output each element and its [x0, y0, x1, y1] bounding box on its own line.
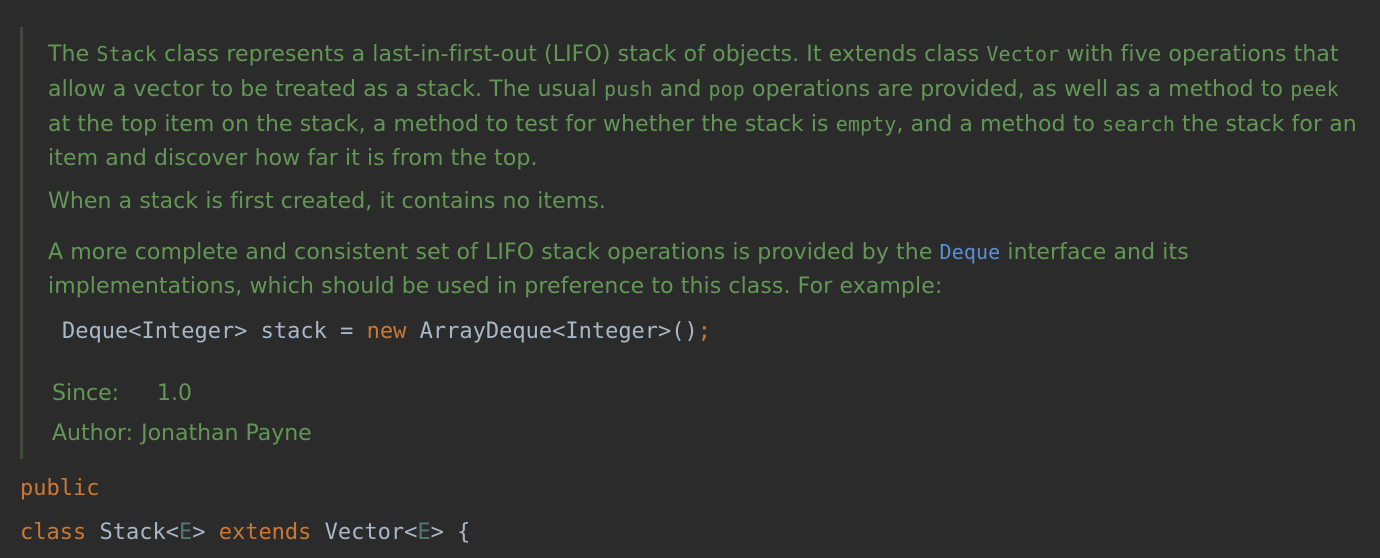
text: The — [48, 42, 97, 67]
deque-link[interactable]: Deque — [940, 240, 1001, 264]
text: class represents a last-in-first-out (LI… — [157, 42, 987, 67]
class-name: Stack< — [86, 520, 179, 545]
text: A more complete and consistent set of LI… — [48, 240, 940, 265]
code-peek: peek — [1290, 77, 1339, 101]
javadoc-gutter-bar — [20, 27, 23, 459]
superclass-name: Vector< — [311, 520, 418, 545]
text: at the top item on the stack, a method t… — [48, 112, 836, 137]
author-label: Author: — [52, 420, 134, 446]
text: , and a method to — [896, 112, 1103, 137]
code-stack: Stack — [96, 42, 158, 66]
since-label: Since: — [52, 380, 120, 406]
keyword-new: new — [366, 319, 407, 344]
since-row: Since: 1.0 — [52, 373, 312, 413]
code-push: push — [604, 77, 653, 101]
javadoc-paragraph-deque: A more complete and consistent set of LI… — [48, 235, 1360, 304]
javadoc-paragraph-description: The Stack class represents a last-in-fir… — [48, 37, 1360, 173]
javadoc-tags: Since: 1.0 Author: Jonathan Payne — [52, 373, 312, 453]
code-line-public[interactable]: public — [20, 476, 99, 501]
text: > { — [430, 520, 471, 545]
code-search: search — [1102, 112, 1175, 136]
code-line-class-declaration[interactable]: class Stack<E> extends Vector<E> { — [20, 520, 470, 545]
javadoc-text: The Stack class represents a last-in-fir… — [48, 37, 1360, 304]
code-example-part2: ArrayDeque<Integer>() — [406, 319, 698, 344]
code-example: Deque<Integer> stack = new ArrayDeque<In… — [62, 319, 711, 344]
since-value: 1.0 — [157, 380, 192, 406]
author-row: Author: Jonathan Payne — [52, 413, 312, 453]
code-example-part1: Deque<Integer> stack = — [62, 319, 367, 344]
code-pop: pop — [708, 77, 745, 101]
javadoc-paragraph-creation: When a stack is first created, it contai… — [48, 189, 606, 214]
code-empty: empty — [835, 112, 897, 136]
author-value: Jonathan Payne — [141, 420, 312, 446]
type-param: E — [417, 520, 431, 545]
keyword-extends: extends — [218, 520, 312, 545]
text: and — [652, 77, 709, 102]
keyword-class: class — [20, 520, 87, 545]
type-param: E — [178, 520, 193, 545]
text: > — [192, 520, 219, 545]
code-vector: Vector — [986, 42, 1060, 66]
text: operations are provided, as well as a me… — [744, 77, 1291, 102]
semicolon: ; — [697, 319, 712, 344]
javadoc-block: The Stack class represents a last-in-fir… — [20, 27, 1360, 459]
